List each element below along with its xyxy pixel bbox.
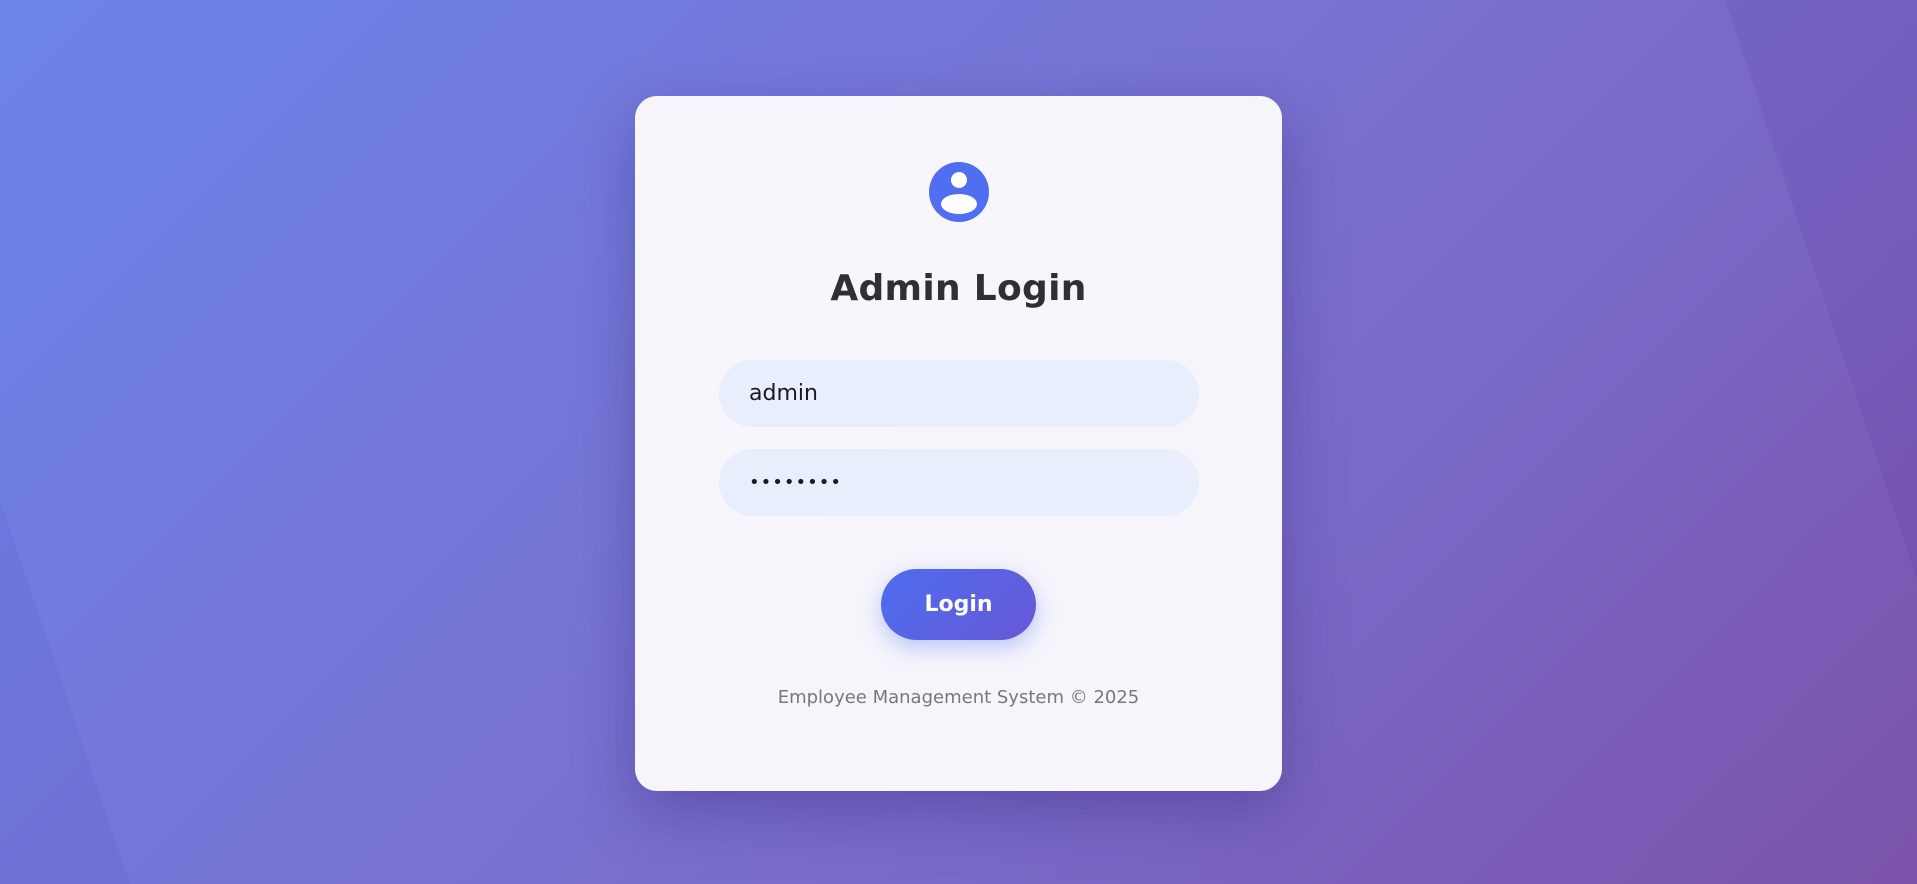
login-button[interactable]: Login bbox=[881, 569, 1036, 640]
user-circle-icon bbox=[929, 162, 989, 222]
page-title: Admin Login bbox=[830, 268, 1087, 309]
username-field[interactable] bbox=[719, 360, 1199, 427]
password-field[interactable] bbox=[719, 449, 1199, 516]
footer-text: Employee Management System © 2025 bbox=[777, 687, 1140, 708]
login-card: Admin Login Login Employee Management Sy… bbox=[635, 96, 1282, 791]
